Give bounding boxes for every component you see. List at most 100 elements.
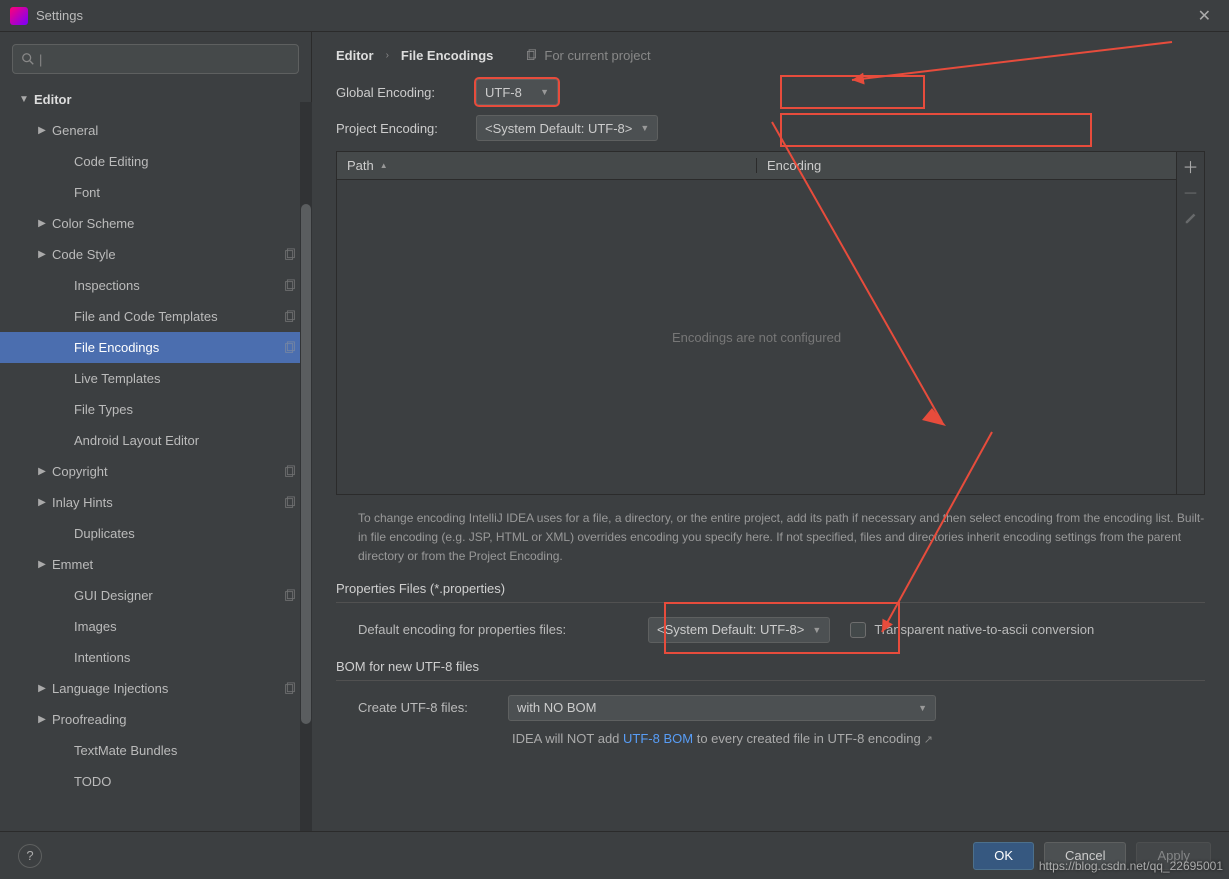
copy-icon [525, 49, 538, 62]
global-encoding-value: UTF-8 [485, 85, 522, 100]
tree-item-file-encodings[interactable]: ▶File Encodings [0, 332, 311, 363]
watermark: https://blog.csdn.net/qq_22695001 [1039, 859, 1223, 873]
help-button[interactable]: ? [18, 844, 42, 868]
table-header-encoding[interactable]: Encoding [757, 158, 1176, 173]
search-input[interactable]: | [12, 44, 299, 74]
tree-item-intentions[interactable]: ▶Intentions [0, 642, 311, 673]
tree-item-label: TextMate Bundles [74, 743, 297, 758]
properties-encoding-value: <System Default: UTF-8> [657, 622, 804, 637]
scope-text: For current project [544, 48, 650, 63]
tree-item-emmet[interactable]: ▶ Emmet [0, 549, 311, 580]
tree-item-label: Inspections [74, 278, 283, 293]
tree-item-font[interactable]: ▶Font [0, 177, 311, 208]
tree-item-label: TODO [74, 774, 297, 789]
tree-item-code-editing[interactable]: ▶Code Editing [0, 146, 311, 177]
tree-item-label: Language Injections [52, 681, 283, 696]
search-caret: | [39, 52, 42, 67]
tree-item-code-style[interactable]: ▶ Code Style [0, 239, 311, 270]
chevron-right-icon: ▶ [36, 249, 48, 260]
ok-button[interactable]: OK [973, 842, 1034, 870]
scope-label: For current project [525, 48, 650, 63]
chevron-right-icon: › [386, 50, 389, 61]
transparent-ascii-label: Transparent native-to-ascii conversion [874, 622, 1094, 637]
tree-item-android-layout-editor[interactable]: ▶Android Layout Editor [0, 425, 311, 456]
close-icon[interactable]: ✕ [1190, 2, 1219, 30]
pencil-icon [1184, 211, 1198, 225]
breadcrumb-editor[interactable]: Editor [336, 48, 374, 63]
tree-item-duplicates[interactable]: ▶Duplicates [0, 518, 311, 549]
tree-item-label: Intentions [74, 650, 297, 665]
tree-item-images[interactable]: ▶Images [0, 611, 311, 642]
edit-button[interactable] [1183, 210, 1199, 226]
chevron-right-icon: ▶ [36, 218, 48, 229]
properties-encoding-combo[interactable]: <System Default: UTF-8> ▼ [648, 617, 830, 643]
project-encoding-label: Project Encoding: [336, 121, 476, 136]
tree-item-editor[interactable]: ▼ Editor [0, 84, 311, 115]
tree-item-label: File Encodings [74, 340, 283, 355]
sidebar-scrollbar[interactable] [300, 102, 312, 831]
tree-item-copyright[interactable]: ▶ Copyright [0, 456, 311, 487]
global-encoding-combo[interactable]: UTF-8 ▼ [476, 79, 558, 105]
chevron-down-icon: ▼ [640, 123, 649, 133]
tree-item-label: Code Editing [74, 154, 297, 169]
chevron-right-icon: ▶ [36, 683, 48, 694]
tree-item-label: Emmet [52, 557, 297, 572]
tree-item-inspections[interactable]: ▶Inspections [0, 270, 311, 301]
chevron-right-icon: ▶ [36, 714, 48, 725]
settings-tree: ▼Editor▶General▶Code Editing▶Font▶Color … [0, 78, 311, 797]
help-text: To change encoding IntelliJ IDEA uses fo… [358, 509, 1205, 567]
tree-item-todo[interactable]: ▶TODO [0, 766, 311, 797]
tree-item-label: Editor [34, 92, 297, 107]
tree-item-proofreading[interactable]: ▶Proofreading [0, 704, 311, 735]
tree-item-file-types[interactable]: ▶File Types [0, 394, 311, 425]
tree-item-label: File and Code Templates [74, 309, 283, 324]
create-utf8-value: with NO BOM [517, 700, 596, 715]
properties-encoding-label: Default encoding for properties files: [358, 622, 648, 637]
utf8-bom-link[interactable]: UTF-8 BOM [623, 731, 693, 746]
chevron-right-icon: ▶ [36, 466, 48, 477]
table-empty-message: Encodings are not configured [337, 180, 1176, 494]
chevron-down-icon: ▼ [18, 94, 30, 105]
scrollbar-thumb[interactable] [301, 204, 311, 724]
tree-item-label: Live Templates [74, 371, 297, 386]
tree-item-color-scheme[interactable]: ▶ Color Scheme [0, 208, 311, 239]
tree-item-label: Duplicates [74, 526, 297, 541]
global-encoding-label: Global Encoding: [336, 85, 476, 100]
add-button[interactable]: ＋ [1183, 158, 1199, 174]
tree-item-label: File Types [74, 402, 297, 417]
chevron-right-icon: ▶ [36, 125, 48, 136]
chevron-down-icon: ▼ [812, 625, 821, 635]
tree-item-label: Code Style [52, 247, 283, 262]
tree-item-file-and-code-templates[interactable]: ▶File and Code Templates [0, 301, 311, 332]
encodings-table: Path ▲ Encoding Encodings are not config… [336, 151, 1205, 495]
tree-item-label: GUI Designer [74, 588, 283, 603]
create-utf8-label: Create UTF-8 files: [358, 700, 508, 715]
tree-item-inlay-hints[interactable]: ▶ Inlay Hints [0, 487, 311, 518]
bom-section-title: BOM for new UTF-8 files [336, 659, 1205, 674]
tree-item-label: Color Scheme [52, 216, 297, 231]
table-header-path[interactable]: Path ▲ [337, 158, 757, 173]
project-encoding-combo[interactable]: <System Default: UTF-8> ▼ [476, 115, 658, 141]
tree-item-gui-designer[interactable]: ▶GUI Designer [0, 580, 311, 611]
tree-item-label: General [52, 123, 297, 138]
tree-item-label: Font [74, 185, 297, 200]
chevron-right-icon: ▶ [36, 497, 48, 508]
sort-asc-icon: ▲ [380, 161, 388, 170]
tree-item-live-templates[interactable]: ▶Live Templates [0, 363, 311, 394]
properties-section-title: Properties Files (*.properties) [336, 581, 1205, 596]
transparent-ascii-checkbox[interactable] [850, 622, 866, 638]
bom-note: IDEA will NOT add UTF-8 BOM to every cre… [512, 731, 1205, 746]
chevron-right-icon: ▶ [36, 559, 48, 570]
tree-item-label: Android Layout Editor [74, 433, 297, 448]
chevron-down-icon: ▼ [540, 87, 549, 97]
tree-item-textmate-bundles[interactable]: ▶TextMate Bundles [0, 735, 311, 766]
create-utf8-combo[interactable]: with NO BOM ▼ [508, 695, 936, 721]
chevron-down-icon: ▼ [918, 703, 927, 713]
tree-item-language-injections[interactable]: ▶ Language Injections [0, 673, 311, 704]
sidebar: | ▼Editor▶General▶Code Editing▶Font▶Colo… [0, 32, 312, 831]
external-link-icon: ↗ [924, 734, 933, 746]
tree-item-label: Inlay Hints [52, 495, 283, 510]
remove-button[interactable]: － [1183, 184, 1199, 200]
tree-item-label: Copyright [52, 464, 283, 479]
tree-item-general[interactable]: ▶ General [0, 115, 311, 146]
